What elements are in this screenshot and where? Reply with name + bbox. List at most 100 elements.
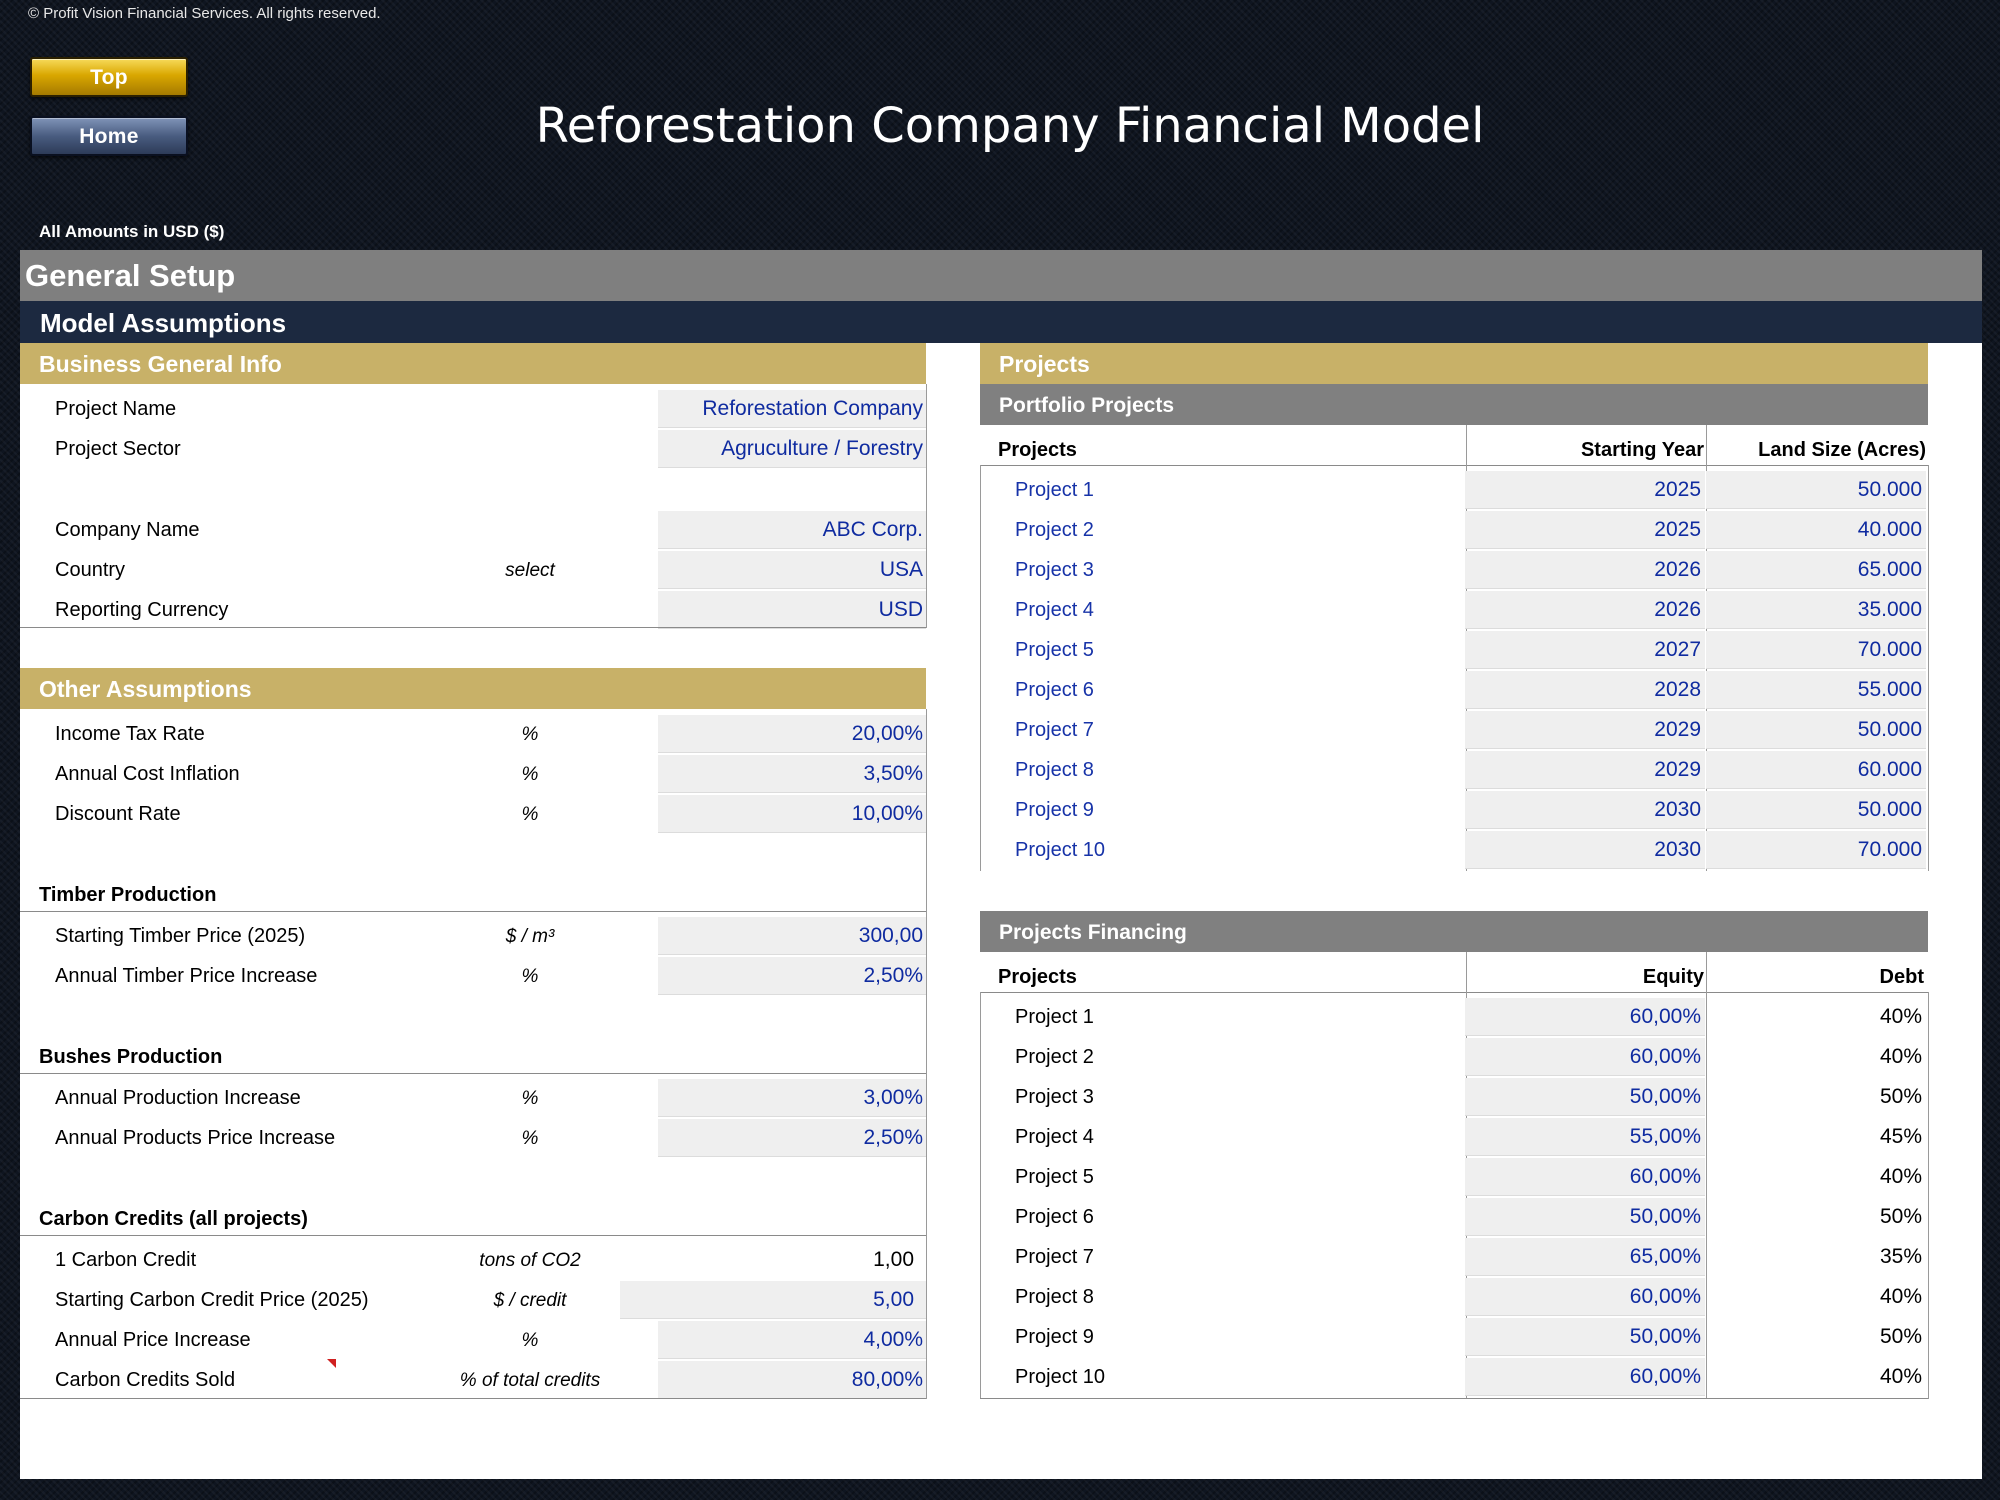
annual-timber-price-increase-input[interactable]: 2,50% [658, 957, 926, 995]
land-size-input[interactable]: 70.000 [1706, 631, 1926, 669]
debt-value: 45% [1879, 1125, 1922, 1148]
land-size-input[interactable]: 70.000 [1706, 831, 1926, 869]
land-size-input[interactable]: 40.000 [1706, 511, 1926, 549]
starting-timber-price-input[interactable]: 300,00 [658, 917, 926, 955]
financing-row: Project 2 60,00% 40% [980, 1037, 1922, 1077]
land-size-input[interactable]: 35.000 [1706, 591, 1926, 629]
timber-production-title: Timber Production [39, 884, 217, 906]
project-name-link[interactable]: Project 5 [1015, 639, 1094, 662]
carbon-credits-sold-input[interactable]: 80,00% [658, 1361, 926, 1399]
annual-production-increase-input[interactable]: 3,00% [658, 1079, 926, 1117]
row-unit: % [521, 724, 539, 745]
income-tax-rate-input[interactable]: 20,00% [658, 715, 926, 753]
page-title: Reforestation Company Financial Model [535, 98, 1485, 154]
row-label: Project Name [55, 398, 177, 420]
project-name-link[interactable]: Project 6 [1015, 679, 1094, 702]
row-unit: select [505, 560, 555, 581]
projects-header: Projects [980, 343, 1928, 384]
project-name: Project 6 [1015, 1206, 1094, 1228]
starting-year-input[interactable]: 2030 [1465, 791, 1705, 829]
land-size-input[interactable]: 60.000 [1706, 751, 1926, 789]
column-header-projects: Projects [998, 439, 1077, 461]
project-name-link[interactable]: Project 8 [1015, 759, 1094, 782]
row-label: Annual Price Increase [55, 1329, 251, 1351]
financing-row: Project 1 60,00% 40% [980, 997, 1922, 1037]
row-income-tax-rate: Income Tax Rate % 20,00% [20, 714, 926, 754]
equity-input[interactable]: 60,00% [1465, 1158, 1705, 1196]
row-label: Discount Rate [55, 803, 181, 825]
row-discount-rate: Discount Rate % 10,00% [20, 794, 926, 834]
starting-carbon-credit-price-input[interactable]: 5,00 [620, 1281, 926, 1319]
project-name-link[interactable]: Project 10 [1015, 839, 1105, 862]
annual-cost-inflation-input[interactable]: 3,50% [658, 755, 926, 793]
portfolio-row: Project 8 2029 60.000 [980, 750, 1926, 790]
project-name-link[interactable]: Project 4 [1015, 599, 1094, 622]
other-assumptions-header: Other Assumptions [20, 668, 926, 709]
starting-year-input[interactable]: 2025 [1465, 511, 1705, 549]
carbon-credits-title: Carbon Credits (all projects) [39, 1208, 308, 1230]
row-annual-products-price-increase: Annual Products Price Increase % 2,50% [20, 1118, 926, 1158]
equity-input[interactable]: 60,00% [1465, 1038, 1705, 1076]
financing-row: Project 10 60,00% 40% [980, 1357, 1922, 1397]
annual-products-price-increase-input[interactable]: 2,50% [658, 1119, 926, 1157]
column-header-land-size: Land Size (Acres) [1758, 439, 1926, 461]
land-size-input[interactable]: 50.000 [1706, 711, 1926, 749]
project-name-link[interactable]: Project 7 [1015, 719, 1094, 742]
project-name-link[interactable]: Project 3 [1015, 559, 1094, 582]
project-name-link[interactable]: Project 2 [1015, 519, 1094, 542]
project-name-link[interactable]: Project 9 [1015, 799, 1094, 822]
row-unit: $ / credit [493, 1290, 567, 1311]
annual-price-increase-input[interactable]: 4,00% [658, 1321, 926, 1359]
row-unit: % [521, 764, 539, 785]
company-name-input[interactable]: ABC Corp. [658, 511, 926, 549]
starting-year-input[interactable]: 2025 [1465, 471, 1705, 509]
row-unit: $ / m³ [505, 926, 555, 947]
starting-year-input[interactable]: 2028 [1465, 671, 1705, 709]
debt-value: 50% [1879, 1325, 1922, 1348]
financing-row: Project 9 50,00% 50% [980, 1317, 1922, 1357]
home-button[interactable]: Home [30, 116, 188, 156]
project-name-input[interactable]: Reforestation Company [658, 390, 926, 428]
land-size-input[interactable]: 55.000 [1706, 671, 1926, 709]
business-info-header: Business General Info [20, 343, 926, 384]
comment-indicator-icon[interactable] [327, 1359, 336, 1368]
debt-value: 50% [1879, 1205, 1922, 1228]
starting-year-input[interactable]: 2029 [1465, 711, 1705, 749]
land-size-input[interactable]: 50.000 [1706, 791, 1926, 829]
divider [20, 627, 926, 628]
debt-value: 35% [1879, 1245, 1922, 1268]
project-name-link[interactable]: Project 1 [1015, 479, 1094, 502]
land-size-input[interactable]: 65.000 [1706, 551, 1926, 589]
divider [980, 992, 1928, 993]
starting-year-input[interactable]: 2027 [1465, 631, 1705, 669]
equity-input[interactable]: 60,00% [1465, 998, 1705, 1036]
reporting-currency-input[interactable]: USD [658, 591, 926, 629]
starting-year-input[interactable]: 2026 [1465, 551, 1705, 589]
equity-input[interactable]: 65,00% [1465, 1238, 1705, 1276]
row-label: Annual Products Price Increase [55, 1127, 336, 1149]
projects-financing-header: Projects Financing [980, 911, 1928, 952]
financing-row: Project 8 60,00% 40% [980, 1277, 1922, 1317]
starting-year-input[interactable]: 2026 [1465, 591, 1705, 629]
top-button[interactable]: Top [30, 57, 188, 97]
equity-input[interactable]: 60,00% [1465, 1358, 1705, 1396]
row-unit: % [521, 966, 539, 987]
starting-year-input[interactable]: 2030 [1465, 831, 1705, 869]
row-carbon-credit: 1 Carbon Credit tons of CO2 1,00 [20, 1240, 926, 1280]
country-select[interactable]: USA [658, 551, 926, 589]
row-label: Annual Production Increase [55, 1087, 301, 1109]
land-size-input[interactable]: 50.000 [1706, 471, 1926, 509]
row-country: Country select USA [20, 550, 926, 590]
equity-input[interactable]: 50,00% [1465, 1198, 1705, 1236]
row-label: Annual Cost Inflation [55, 763, 240, 785]
project-sector-input[interactable]: Agruculture / Forestry [658, 430, 926, 468]
equity-input[interactable]: 50,00% [1465, 1318, 1705, 1356]
equity-input[interactable]: 55,00% [1465, 1118, 1705, 1156]
starting-year-input[interactable]: 2029 [1465, 751, 1705, 789]
discount-rate-input[interactable]: 10,00% [658, 795, 926, 833]
row-annual-production-increase: Annual Production Increase % 3,00% [20, 1078, 926, 1118]
row-annual-cost-inflation: Annual Cost Inflation % 3,50% [20, 754, 926, 794]
equity-input[interactable]: 60,00% [1465, 1278, 1705, 1316]
equity-input[interactable]: 50,00% [1465, 1078, 1705, 1116]
project-name: Project 3 [1015, 1086, 1094, 1108]
